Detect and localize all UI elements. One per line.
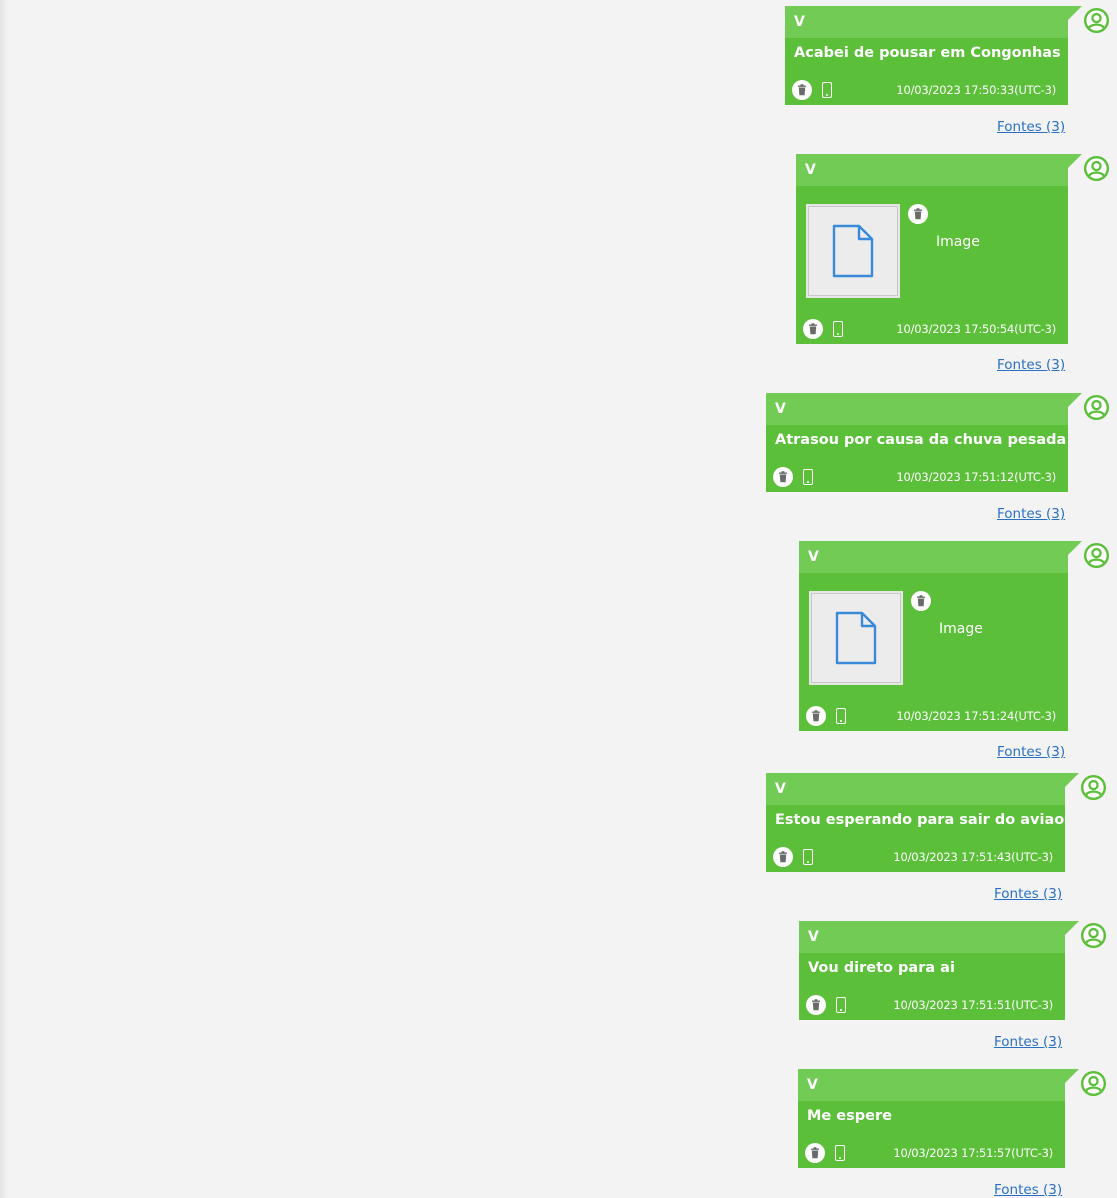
message-bubble[interactable]: V Image 10/03/2023 17:50:54(UTC-3) <box>796 154 1082 344</box>
message-text: Atrasou por causa da chuva pesada <box>775 432 1067 448</box>
message-timestamp: 10/03/2023 17:51:57(UTC-3) <box>893 1146 1053 1160</box>
phone-icon <box>835 1145 845 1161</box>
sources-link[interactable]: Fontes (3) <box>997 744 1065 760</box>
window-edge <box>0 0 8 1198</box>
trash-icon[interactable] <box>805 1143 825 1163</box>
sender-name: V <box>766 393 1068 425</box>
bubble-tail <box>1068 393 1082 407</box>
message-timestamp: 10/03/2023 17:51:12(UTC-3) <box>896 470 1056 484</box>
message-text: Acabei de pousar em Congonhas <box>794 45 1061 61</box>
message-text: Estou esperando para sair do aviao <box>775 812 1065 828</box>
sources-link[interactable]: Fontes (3) <box>994 1034 1062 1050</box>
image-attachment-thumbnail[interactable] <box>809 591 903 685</box>
phone-icon <box>836 708 846 724</box>
message-timestamp: 10/03/2023 17:51:24(UTC-3) <box>896 709 1056 723</box>
sources-link[interactable]: Fontes (3) <box>994 886 1062 902</box>
message-footer: 10/03/2023 17:51:12(UTC-3) <box>773 467 1056 487</box>
message-bubble[interactable]: V Atrasou por causa da chuva pesada 10/0… <box>766 393 1082 492</box>
message-timestamp: 10/03/2023 17:51:51(UTC-3) <box>893 998 1053 1012</box>
user-avatar-icon <box>1083 7 1110 34</box>
sources-link[interactable]: Fontes (3) <box>997 357 1065 373</box>
sender-name: V <box>785 6 1068 38</box>
file-icon <box>834 610 878 666</box>
message-text: Me espere <box>807 1108 892 1124</box>
message-footer: 10/03/2023 17:51:24(UTC-3) <box>806 706 1056 726</box>
message-footer: 10/03/2023 17:50:33(UTC-3) <box>792 80 1056 100</box>
bubble-tail <box>1068 6 1082 20</box>
message-text: Vou direto para ai <box>808 960 955 976</box>
sender-name: V <box>766 773 1065 805</box>
message-footer: 10/03/2023 17:51:51(UTC-3) <box>806 995 1053 1015</box>
message-footer: 10/03/2023 17:50:54(UTC-3) <box>803 319 1056 339</box>
sender-name: V <box>796 154 1068 186</box>
trash-icon[interactable] <box>792 80 812 100</box>
bubble-tail <box>1068 154 1082 168</box>
message-bubble[interactable]: V Vou direto para ai 10/03/2023 17:51:51… <box>799 921 1079 1020</box>
user-avatar-icon <box>1083 155 1110 182</box>
phone-icon <box>803 469 813 485</box>
message-bubble[interactable]: V Estou esperando para sair do aviao 10/… <box>766 773 1079 872</box>
message-timestamp: 10/03/2023 17:50:54(UTC-3) <box>896 322 1056 336</box>
phone-icon <box>803 849 813 865</box>
user-avatar-icon <box>1083 542 1110 569</box>
sender-name: V <box>799 921 1065 953</box>
sender-name: V <box>798 1069 1065 1101</box>
attachment-label: Image <box>936 234 980 250</box>
bubble-tail <box>1065 773 1079 787</box>
trash-icon[interactable] <box>806 995 826 1015</box>
image-attachment-thumbnail[interactable] <box>806 204 900 298</box>
trash-icon[interactable] <box>908 204 928 224</box>
message-bubble[interactable]: V Me espere 10/03/2023 17:51:57(UTC-3) <box>798 1069 1079 1168</box>
user-avatar-icon <box>1083 394 1110 421</box>
user-avatar-icon <box>1080 774 1107 801</box>
message-footer: 10/03/2023 17:51:57(UTC-3) <box>805 1143 1053 1163</box>
bubble-tail <box>1068 541 1082 555</box>
message-footer: 10/03/2023 17:51:43(UTC-3) <box>773 847 1053 867</box>
user-avatar-icon <box>1080 922 1107 949</box>
message-timestamp: 10/03/2023 17:51:43(UTC-3) <box>893 850 1053 864</box>
trash-icon[interactable] <box>773 847 793 867</box>
sources-link[interactable]: Fontes (3) <box>994 1182 1062 1198</box>
sources-link[interactable]: Fontes (3) <box>997 506 1065 522</box>
file-icon <box>831 223 875 279</box>
sender-name: V <box>799 541 1068 573</box>
user-avatar-icon <box>1080 1070 1107 1097</box>
trash-icon[interactable] <box>803 319 823 339</box>
sources-link[interactable]: Fontes (3) <box>997 119 1065 135</box>
phone-icon <box>822 82 832 98</box>
trash-icon[interactable] <box>806 706 826 726</box>
message-bubble[interactable]: V Image 10/03/2023 17:51:24(UTC-3) <box>799 541 1082 731</box>
trash-icon[interactable] <box>911 591 931 611</box>
message-timestamp: 10/03/2023 17:50:33(UTC-3) <box>896 83 1056 97</box>
phone-icon <box>836 997 846 1013</box>
trash-icon[interactable] <box>773 467 793 487</box>
bubble-tail <box>1065 1069 1079 1083</box>
attachment-label: Image <box>939 621 983 637</box>
phone-icon <box>833 321 843 337</box>
message-bubble[interactable]: V Acabei de pousar em Congonhas 10/03/20… <box>785 6 1082 105</box>
bubble-tail <box>1065 921 1079 935</box>
